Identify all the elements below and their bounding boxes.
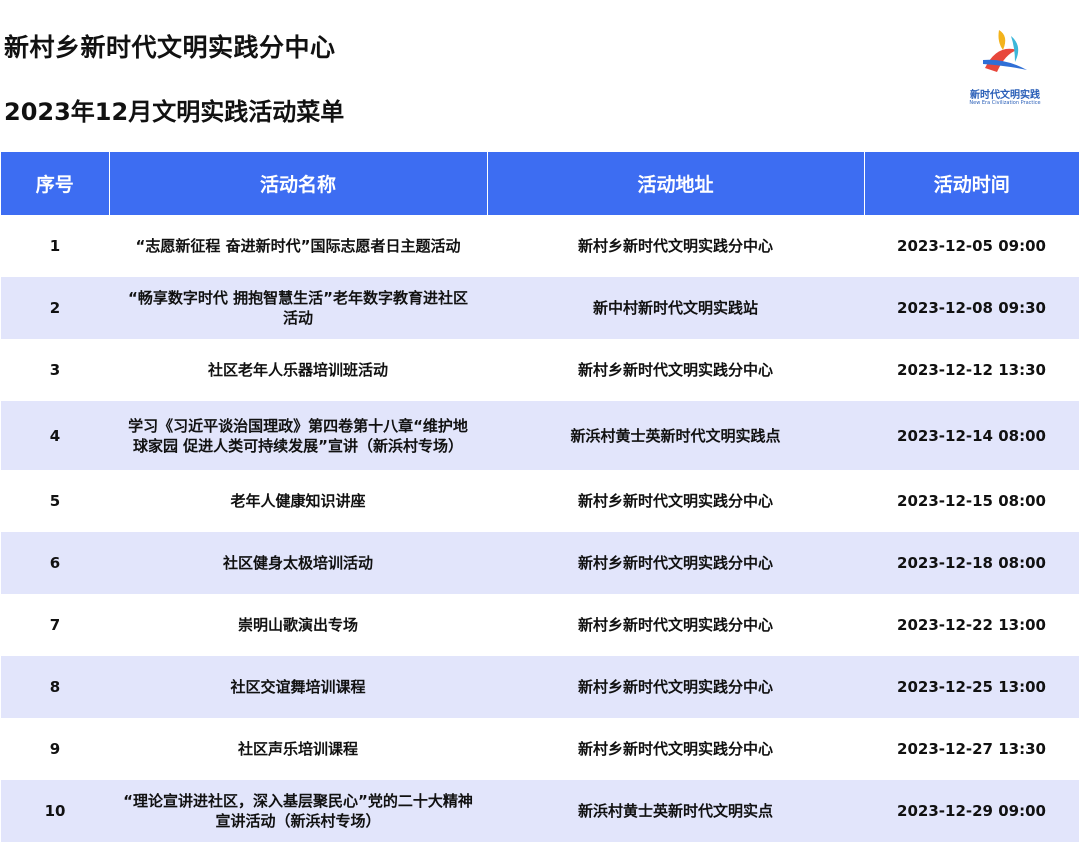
cell-number: 9 xyxy=(1,718,109,780)
cell-name: “畅享数字时代 拥抱智慧生活”老年数字教育进社区活动 xyxy=(109,277,487,339)
cell-time: 2023-12-25 13:00 xyxy=(864,656,1079,718)
column-header-number: 序号 xyxy=(1,152,110,215)
cell-time: 2023-12-18 08:00 xyxy=(864,532,1079,594)
table-row: 7 崇明山歌演出专场 新村乡新时代文明实践分中心 2023-12-22 13:0… xyxy=(1,594,1079,656)
cell-time: 2023-12-12 13:30 xyxy=(864,339,1079,401)
cell-name: 崇明山歌演出专场 xyxy=(109,594,487,656)
cell-time: 2023-12-15 08:00 xyxy=(864,470,1079,532)
cell-name: 社区老年人乐器培训班活动 xyxy=(109,339,487,401)
cell-time: 2023-12-29 09:00 xyxy=(864,780,1079,842)
cell-time: 2023-12-27 13:30 xyxy=(864,718,1079,780)
cell-time: 2023-12-22 13:00 xyxy=(864,594,1079,656)
cell-number: 10 xyxy=(1,780,109,842)
logo-text-cn: 新时代文明实践 xyxy=(970,90,1040,101)
table-row: 4 学习《习近平谈治国理政》第四卷第十八章“维护地球家园 促进人类可持续发展”宣… xyxy=(1,401,1079,470)
cell-place: 新村乡新时代文明实践分中心 xyxy=(487,718,864,780)
cell-place: 新浜村黄士英新时代文明实点 xyxy=(487,780,864,842)
cell-place: 新村乡新时代文明实践分中心 xyxy=(487,339,864,401)
cell-place: 新村乡新时代文明实践分中心 xyxy=(487,656,864,718)
column-header-time: 活动时间 xyxy=(864,152,1079,215)
page-subtitle: 2023年12月文明实践活动菜单 xyxy=(4,98,345,126)
table-row: 8 社区交谊舞培训课程 新村乡新时代文明实践分中心 2023-12-25 13:… xyxy=(1,656,1079,718)
table-row: 6 社区健身太极培训活动 新村乡新时代文明实践分中心 2023-12-18 08… xyxy=(1,532,1079,594)
cell-number: 1 xyxy=(1,215,109,277)
civilization-practice-logo: 新时代文明实践 New Era Civilization Practice xyxy=(950,24,1060,112)
cell-place: 新中村新时代文明实践站 xyxy=(487,277,864,339)
table-row: 2 “畅享数字时代 拥抱智慧生活”老年数字教育进社区活动 新中村新时代文明实践站… xyxy=(1,277,1079,339)
cell-name: 社区健身太极培训活动 xyxy=(109,532,487,594)
page-title: 新村乡新时代文明实践分中心 xyxy=(4,33,336,62)
logo-text-en: New Era Civilization Practice xyxy=(969,100,1041,106)
cell-place: 新村乡新时代文明实践分中心 xyxy=(487,532,864,594)
cell-place: 新村乡新时代文明实践分中心 xyxy=(487,215,864,277)
cell-time: 2023-12-14 08:00 xyxy=(864,401,1079,470)
cell-name: 学习《习近平谈治国理政》第四卷第十八章“维护地球家园 促进人类可持续发展”宣讲（… xyxy=(109,401,487,470)
column-header-place: 活动地址 xyxy=(487,152,865,215)
cell-name: “志愿新征程 奋进新时代”国际志愿者日主题活动 xyxy=(109,215,487,277)
table-row: 1 “志愿新征程 奋进新时代”国际志愿者日主题活动 新村乡新时代文明实践分中心 … xyxy=(1,215,1079,277)
table-row: 5 老年人健康知识讲座 新村乡新时代文明实践分中心 2023-12-15 08:… xyxy=(1,470,1079,532)
cell-name: 老年人健康知识讲座 xyxy=(109,470,487,532)
table-row: 9 社区声乐培训课程 新村乡新时代文明实践分中心 2023-12-27 13:3… xyxy=(1,718,1079,780)
cell-time: 2023-12-08 09:30 xyxy=(864,277,1079,339)
cell-number: 7 xyxy=(1,594,109,656)
cell-number: 6 xyxy=(1,532,109,594)
activity-table: 序号 活动名称 活动地址 活动时间 1 “志愿新征程 奋进新时代”国际志愿者日主… xyxy=(1,152,1079,842)
cell-number: 4 xyxy=(1,401,109,470)
cell-number: 2 xyxy=(1,277,109,339)
cell-number: 3 xyxy=(1,339,109,401)
column-header-name: 活动名称 xyxy=(109,152,488,215)
table-header-row: 序号 活动名称 活动地址 活动时间 xyxy=(1,152,1079,215)
cell-name: “理论宣讲进社区，深入基层聚民心”党的二十大精神宣讲活动（新浜村专场） xyxy=(109,780,487,842)
cell-place: 新浜村黄士英新时代文明实践点 xyxy=(487,401,864,470)
cell-time: 2023-12-05 09:00 xyxy=(864,215,1079,277)
cell-name: 社区交谊舞培训课程 xyxy=(109,656,487,718)
table-row: 3 社区老年人乐器培训班活动 新村乡新时代文明实践分中心 2023-12-12 … xyxy=(1,339,1079,401)
cell-number: 5 xyxy=(1,470,109,532)
cell-name: 社区声乐培训课程 xyxy=(109,718,487,780)
table-row: 10 “理论宣讲进社区，深入基层聚民心”党的二十大精神宣讲活动（新浜村专场） 新… xyxy=(1,780,1079,842)
cell-place: 新村乡新时代文明实践分中心 xyxy=(487,594,864,656)
logo-emblem-icon xyxy=(983,30,1027,72)
cell-place: 新村乡新时代文明实践分中心 xyxy=(487,470,864,532)
cell-number: 8 xyxy=(1,656,109,718)
